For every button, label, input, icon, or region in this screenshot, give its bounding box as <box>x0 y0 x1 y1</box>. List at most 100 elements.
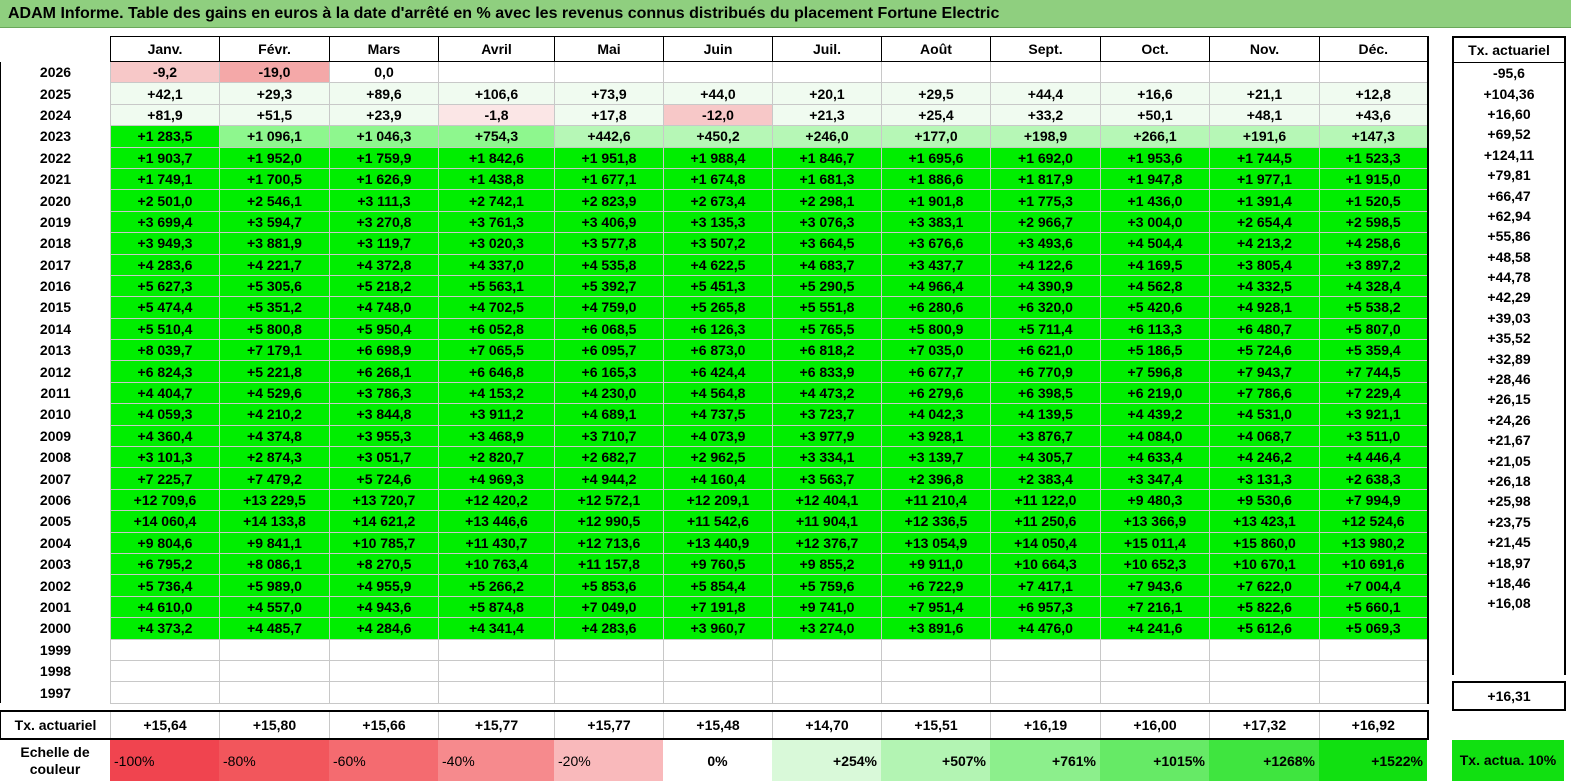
gains-table: Janv. Févr. Mars Avril Mai Juin Juil. Août Sept.… <box>0 36 1429 740</box>
gain-cell <box>772 681 882 704</box>
actuarial-rate-cell: +18,97 <box>1452 552 1566 573</box>
gain-cell: +2 638,3 <box>1319 467 1429 490</box>
gain-cell: +6 424,4 <box>663 360 773 383</box>
gain-cell: +14 621,2 <box>329 510 439 533</box>
gain-cell: +73,9 <box>554 82 664 105</box>
gain-cell: +6 279,6 <box>881 381 991 405</box>
year-row: 2013 +8 039,7 +7 179,1 +6 698,9 +7 065,5 +6 0… <box>0 339 1429 362</box>
year-row: 2016 +5 627,3 +5 305,6 +5 218,2 +5 563,1 +5 3… <box>0 274 1429 298</box>
gain-cell: +3 805,4 <box>1209 253 1320 276</box>
gain-cell: +3 334,1 <box>772 446 882 469</box>
gain-cell: +14 060,4 <box>110 510 220 533</box>
gain-cell: +8 086,1 <box>219 552 330 576</box>
gain-cell: +5 950,4 <box>329 317 439 341</box>
gain-cell: +3 131,3 <box>1209 467 1320 490</box>
gain-cell: +7 786,6 <box>1209 381 1320 405</box>
actuarial-rate-cell: +28,46 <box>1452 368 1566 390</box>
gain-cell: +6 126,3 <box>663 317 773 341</box>
gain-cell: +3 949,3 <box>110 232 220 255</box>
gain-cell <box>219 638 330 661</box>
gain-cell: +3 977,9 <box>772 424 882 448</box>
gain-cell: +1 096,1 <box>219 125 330 148</box>
gain-cell <box>1209 659 1320 683</box>
gain-cell: +4 360,4 <box>110 424 220 448</box>
gain-cell: +5 854,4 <box>663 574 773 597</box>
gain-cell: +11 250,6 <box>990 510 1101 533</box>
gain-cell <box>1100 60 1210 84</box>
gain-cell: -1,8 <box>438 103 555 127</box>
gain-cell: +1 681,3 <box>772 167 882 191</box>
monthly-rate-cell: +15,51 <box>881 709 991 740</box>
gain-cell <box>329 659 439 683</box>
year-row: 2015 +5 474,4 +5 351,2 +4 748,0 +4 702,5 +4 7… <box>0 296 1429 319</box>
gain-cell: +3 119,7 <box>329 232 439 255</box>
monthly-rate-cell: +15,66 <box>329 709 439 740</box>
gain-cell: +12 572,1 <box>554 488 664 512</box>
gain-cell: +7 004,4 <box>1319 574 1429 597</box>
gain-cell: +7 229,4 <box>1319 381 1429 405</box>
actuarial-rate-cell: +24,26 <box>1452 409 1566 431</box>
gain-cell: +177,0 <box>881 125 991 148</box>
gain-cell: +5 069,3 <box>1319 617 1429 640</box>
gain-cell: +2 501,0 <box>110 189 220 212</box>
gain-cell: +5 221,8 <box>219 360 330 383</box>
gain-cell: +11 157,8 <box>554 552 664 576</box>
gain-cell: +7 943,6 <box>1100 574 1210 597</box>
footer-label: Tx. actuariel <box>0 709 111 740</box>
gain-cell: +5 874,8 <box>438 595 555 619</box>
gain-cell: +3 594,7 <box>219 210 330 234</box>
gain-cell: +11 542,6 <box>663 510 773 533</box>
actuarial-rate-cell: +21,67 <box>1452 430 1566 451</box>
actuarial-scale-legend: Tx. actua. 10% <box>1452 740 1564 781</box>
gain-cell: +5 627,3 <box>110 274 220 298</box>
gain-cell: +3 139,7 <box>881 446 991 469</box>
actuarial-rate-cell <box>1452 654 1566 675</box>
gain-cell: +12 376,7 <box>772 531 882 554</box>
gain-cell: +23,9 <box>329 103 439 127</box>
gain-cell: +4 633,4 <box>1100 446 1210 469</box>
year-label: 2014 <box>0 318 111 340</box>
gain-cell: +14 133,8 <box>219 510 330 533</box>
gain-cell: +4 328,4 <box>1319 274 1429 298</box>
year-label: 2010 <box>0 403 111 426</box>
gain-cell: +6 873,0 <box>663 339 773 362</box>
gain-cell: +5 290,5 <box>772 274 882 298</box>
gain-cell: +3 437,7 <box>881 253 991 276</box>
year-row: 2020 +2 501,0 +2 546,1 +3 111,3 +2 742,1 +2 8… <box>0 189 1429 212</box>
gain-cell: +4 955,9 <box>329 574 439 597</box>
gain-cell: +9 841,1 <box>219 531 330 554</box>
gain-cell <box>329 681 439 704</box>
gain-cell: +4 702,5 <box>438 296 555 319</box>
year-label: 2019 <box>0 211 111 233</box>
gain-cell: -9,2 <box>110 60 220 84</box>
year-label: 2004 <box>0 532 111 554</box>
gain-cell <box>881 638 991 661</box>
gain-cell <box>1100 659 1210 683</box>
gain-cell: +4 337,0 <box>438 253 555 276</box>
actuarial-rate-cell: +104,36 <box>1452 83 1566 104</box>
gain-cell: +6 646,8 <box>438 360 555 383</box>
gain-cell: +6 818,2 <box>772 339 882 362</box>
gain-cell: +1 915,0 <box>1319 167 1429 191</box>
gain-cell: +12 336,5 <box>881 510 991 533</box>
gain-cell <box>438 638 555 661</box>
actuarial-rate-cell: +48,58 <box>1452 246 1566 267</box>
gain-cell: +9 480,3 <box>1100 488 1210 512</box>
monthly-rate-cell: +15,48 <box>663 709 773 740</box>
gain-cell: +3 111,3 <box>329 189 439 212</box>
gain-cell: +42,1 <box>110 82 220 105</box>
gain-cell <box>990 681 1101 704</box>
gain-cell: +29,3 <box>219 82 330 105</box>
gain-cell: +4 373,2 <box>110 617 220 640</box>
gain-cell: +5 563,1 <box>438 274 555 298</box>
gain-cell: +4 283,6 <box>110 253 220 276</box>
actuarial-rate-cell: +69,52 <box>1452 124 1566 145</box>
gain-cell: +21,1 <box>1209 82 1320 105</box>
gain-cell: +1 677,1 <box>554 167 664 191</box>
monthly-rate-cell: +15,77 <box>554 709 664 740</box>
gain-cell: +10 785,7 <box>329 531 439 554</box>
gain-cell: +7 479,2 <box>219 467 330 490</box>
year-label: 2003 <box>0 553 111 575</box>
gain-cell: +6 219,0 <box>1100 381 1210 405</box>
year-label: 2020 <box>0 189 111 212</box>
